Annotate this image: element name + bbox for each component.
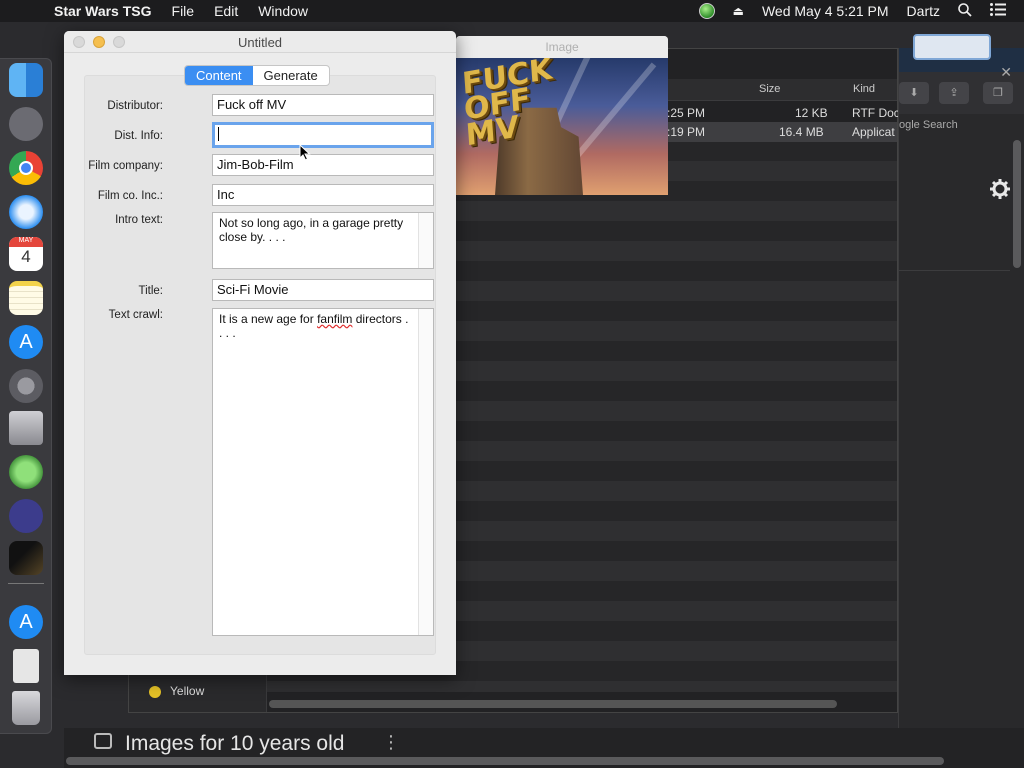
row-2-size: 16.4 MB (779, 125, 824, 139)
distributor-label: Distributor: (107, 100, 163, 112)
film-inc-label: Film co. Inc.: (97, 190, 163, 202)
logo-preview-image: FUCK OFF MV (456, 58, 668, 195)
menu-edit[interactable]: Edit (214, 3, 238, 19)
tab-generate[interactable]: Generate (253, 66, 329, 85)
row-2-kind: Applicat (852, 125, 895, 139)
safari-icon[interactable] (9, 195, 43, 229)
document-icon[interactable] (13, 649, 39, 683)
gallery-label[interactable]: Images for 10 years old (125, 732, 344, 756)
text-crawl-label: Text crawl: (108, 309, 163, 321)
title-label: Title: (138, 285, 164, 297)
dock: MAY 4 A A (0, 58, 52, 734)
image-window-title[interactable]: Image (456, 36, 668, 58)
image-preview-window: Image FUCK OFF MV (456, 36, 668, 195)
bottom-gallery-bar: Images for 10 years old ⋮ (64, 728, 1024, 768)
row-1-date[interactable]: :25 PM (667, 106, 705, 120)
browser-thumbnail[interactable] (913, 34, 991, 60)
tabs-button[interactable]: ❐ (983, 82, 1013, 104)
chrome-center (19, 161, 33, 175)
image-icon (94, 733, 112, 749)
automator-icon[interactable] (9, 411, 43, 445)
star-wars-tsg-icon[interactable] (9, 541, 43, 575)
gear-icon[interactable] (989, 178, 1011, 203)
untitled-editor-window: Untitled Distributor: Fuck off MV Dist. … (64, 31, 456, 675)
menu-window[interactable]: Window (258, 3, 308, 19)
film-company-label: Film company: (88, 160, 163, 172)
spotlight-search-icon[interactable] (958, 2, 972, 20)
status-globe-icon[interactable] (698, 3, 715, 19)
dist-info-label: Dist. Info: (114, 130, 163, 142)
menu-bar: Star Wars TSG File Edit Window ⏏ Wed May… (0, 0, 1024, 22)
window-title: Untitled (237, 35, 283, 50)
search-field-text[interactable]: ogle Search (899, 119, 958, 131)
column-size[interactable]: Size (759, 83, 780, 95)
system-preferences-icon[interactable] (9, 369, 43, 403)
distributor-field[interactable]: Fuck off MV (212, 94, 434, 116)
segmented-tabs: Content Generate (184, 65, 330, 86)
eject-icon[interactable]: ⏏ (733, 4, 744, 18)
app-store-download-icon[interactable]: A (9, 605, 43, 639)
film-inc-field[interactable]: Inc (212, 184, 434, 206)
download-button[interactable]: ⬇ (899, 82, 929, 104)
text-caret (218, 127, 219, 142)
chrome-icon[interactable] (9, 151, 43, 185)
launchpad-icon[interactable] (9, 107, 43, 141)
divider (899, 270, 1010, 271)
calendar-icon[interactable]: MAY 4 (9, 237, 43, 271)
share-button[interactable]: ⇪ (939, 82, 969, 104)
column-kind[interactable]: Kind (853, 83, 875, 95)
background-browser-window: ✕ ⬇ ⇪ ❐ ogle Search (898, 34, 1024, 733)
calendar-month: MAY (9, 237, 43, 247)
bottom-horizontal-scrollbar[interactable] (66, 757, 944, 765)
notification-center-icon[interactable] (990, 3, 1006, 19)
row-1-size: 12 KB (795, 106, 828, 120)
row-1-kind: RTF Doc (852, 106, 900, 120)
title-field[interactable]: Sci-Fi Movie (212, 279, 434, 301)
intro-text-scrollbar[interactable] (418, 213, 433, 268)
intro-text-area[interactable]: Not so long ago, in a garage pretty clos… (212, 212, 434, 269)
app-store-icon[interactable]: A (9, 325, 43, 359)
dist-info-field[interactable] (212, 122, 434, 148)
mouse-cursor-icon (299, 143, 311, 164)
trash-icon[interactable] (12, 691, 40, 725)
browser-vertical-scrollbar[interactable] (1013, 140, 1021, 268)
menu-app-name[interactable]: Star Wars TSG (54, 3, 152, 19)
tab-content[interactable]: Content (185, 66, 253, 85)
row-2-date[interactable]: :19 PM (667, 125, 705, 139)
window-titlebar[interactable]: Untitled (64, 31, 456, 53)
menu-clock[interactable]: Wed May 4 5:21 PM (762, 3, 889, 19)
misspelled-word: fanfilm (317, 312, 353, 326)
menu-file[interactable]: File (172, 3, 195, 19)
content-panel: Distributor: Fuck off MV Dist. Info: Fil… (84, 75, 436, 655)
finder-icon[interactable] (9, 63, 43, 97)
close-icon[interactable]: ✕ (1000, 64, 1012, 81)
menu-user[interactable]: Dartz (907, 3, 940, 19)
intro-text-value: Not so long ago, in a garage pretty clos… (219, 216, 404, 244)
text-crawl-value: It is a new age for fanfilm directors . … (219, 312, 409, 340)
more-options-icon[interactable]: ⋮ (382, 732, 400, 753)
film-company-field[interactable]: Jim-Bob-Film (212, 154, 434, 176)
sidebar-item-yellow[interactable]: Yellow (170, 684, 204, 698)
calendar-day: 4 (21, 247, 31, 266)
yellow-tag-icon (149, 686, 161, 698)
logo-text: FUCK OFF MV (461, 58, 554, 154)
clover-icon[interactable] (9, 455, 43, 489)
finder-horizontal-scrollbar[interactable] (269, 700, 837, 708)
intro-text-label: Intro text: (115, 214, 163, 226)
text-crawl-area[interactable]: It is a new age for fanfilm directors . … (212, 308, 434, 636)
bittorrent-icon[interactable] (9, 499, 43, 533)
notes-icon[interactable] (9, 281, 43, 315)
dock-separator (8, 583, 44, 584)
text-crawl-scrollbar[interactable] (418, 309, 433, 635)
